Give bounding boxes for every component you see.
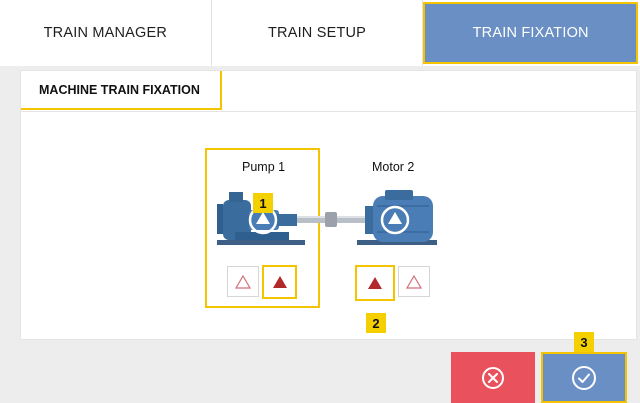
motor-label: Motor 2 <box>372 160 415 174</box>
tab-train-fixation[interactable]: TRAIN FIXATION <box>423 2 639 64</box>
tab-train-manager[interactable]: TRAIN MANAGER <box>0 0 212 66</box>
pump-baseplate <box>217 240 305 245</box>
motor-machine[interactable] <box>365 190 433 242</box>
tab-train-setup[interactable]: TRAIN SETUP <box>212 0 424 66</box>
confirm-circle-check-icon <box>572 365 596 390</box>
motor-fix-foot-2-button[interactable] <box>398 266 430 297</box>
machine-train-diagram <box>217 190 437 245</box>
triangle-filled-icon <box>368 277 382 289</box>
pump-fix-foot-2-button[interactable] <box>262 265 297 299</box>
section-title: MACHINE TRAIN FIXATION <box>21 71 222 110</box>
panel-divider <box>21 111 636 112</box>
triangle-filled-icon <box>272 276 287 288</box>
step-badge-3: 3 <box>574 332 594 352</box>
triangle-outline-icon <box>406 274 422 289</box>
step-badge-1: 1 <box>253 193 273 213</box>
cancel-circle-x-icon <box>482 366 504 389</box>
coupling <box>325 212 337 227</box>
motor-fix-foot-1-button[interactable] <box>355 265 395 301</box>
triangle-outline-icon <box>235 274 251 289</box>
step-badge-2: 2 <box>366 313 386 333</box>
cancel-button[interactable] <box>451 352 535 403</box>
confirm-button[interactable] <box>541 352 627 403</box>
pump-label: Pump 1 <box>242 160 286 174</box>
pump-fix-foot-1-button[interactable] <box>227 266 259 297</box>
tab-bar: TRAIN MANAGER TRAIN SETUP TRAIN FIXATION <box>0 0 640 66</box>
